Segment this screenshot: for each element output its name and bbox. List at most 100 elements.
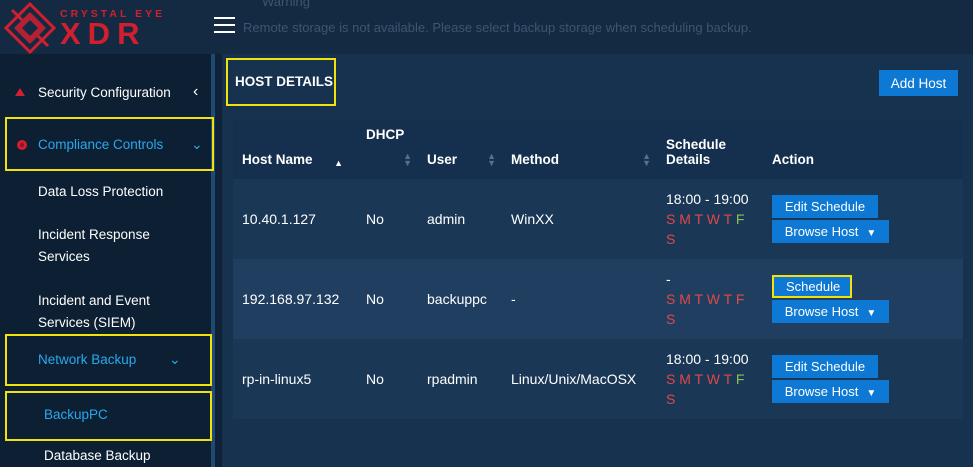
sidebar: Security Configuration ‹ Compliance Cont… [0,54,215,467]
column-header-host-name[interactable]: Host Name ▲ [233,119,357,179]
logo-main-text: XDR [60,16,147,51]
day-indicator: T [723,211,732,227]
day-indicator: S [666,391,676,407]
top-bar: CRYSTAL EYE XDR Warning Remote storage i… [0,0,973,54]
browse-host-dropdown[interactable]: Browse Host ▼ [772,300,889,323]
sidebar-item-data-loss-protection[interactable]: Data Loss Protection [38,181,163,203]
day-indicator: W [706,371,720,387]
table-row: 10.40.1.127 No admin WinXX 18:00 - 19:00… [233,179,963,259]
cell-host-name: rp-in-linux5 [242,371,312,387]
column-header-schedule-details: Schedule Details [657,119,763,179]
warning-title: Warning [262,0,310,9]
cell-action: Schedule Browse Host ▼ [763,259,963,339]
menu-toggle-icon[interactable] [214,17,235,35]
day-indicator: F [735,371,745,387]
caret-down-icon: ▼ [866,228,877,239]
day-indicator: S [666,211,676,227]
cell-dhcp: No [366,211,384,227]
browse-host-dropdown[interactable]: Browse Host ▼ [772,380,889,403]
warning-message: Remote storage is not available. Please … [243,20,752,35]
table-row: rp-in-linux5 No rpadmin Linux/Unix/MacOS… [233,339,963,419]
schedule-time: 18:00 - 19:00 [666,191,749,207]
edit-schedule-button[interactable]: Edit Schedule [772,195,878,218]
crystal-eye-logo[interactable]: CRYSTAL EYE XDR [4,2,194,54]
sidebar-item-compliance-controls[interactable]: Compliance Controls ⌄ [5,117,214,171]
cell-schedule-details: 18:00 - 19:00 S M T W T F S [657,179,763,259]
sidebar-item-security-configuration[interactable]: Security Configuration ‹ [0,82,215,104]
day-indicator: F [735,291,745,307]
circle-icon [16,139,28,154]
cell-host-name: 10.40.1.127 [242,211,316,227]
sidebar-item-label: Compliance Controls [38,137,164,152]
cell-user: backuppc [427,291,487,307]
sort-icon: ▲ ▼ [403,151,412,168]
cell-schedule-details: - S M T W T F S [657,259,763,339]
cell-user: admin [427,211,466,227]
column-header-label: Action [772,152,814,167]
day-indicator: S [666,371,676,387]
day-indicator: W [706,211,720,227]
sidebar-item-label: Network Backup [38,352,137,367]
column-header-label: Schedule [666,137,727,152]
column-header-dhcp[interactable]: DHCP ▲ ▼ [357,119,418,179]
cell-method: WinXX [511,211,554,227]
sidebar-item-incident-response[interactable]: Incident Response Services [38,224,188,268]
add-host-button[interactable]: Add Host [879,70,958,96]
schedule-days: S M T W T F S [666,209,763,249]
column-header-label: Details [666,152,711,167]
day-indicator: S [666,231,676,247]
cell-method: Linux/Unix/MacOSX [511,371,637,387]
schedule-time: - [666,271,671,287]
schedule-days: S M T W T F S [666,289,763,329]
page-title: HOST DETAILS [226,58,336,106]
chevron-down-icon: ⌄ [169,351,181,367]
column-header-label: Host Name [242,152,313,167]
cell-method: - [511,291,516,307]
host-table: Host Name ▲ DHCP ▲ ▼ User ▲ ▼ Method ▲ ▼ Sc… [233,119,963,419]
schedule-button[interactable]: Schedule [772,275,852,298]
column-header-action: Action [763,119,963,179]
day-indicator: M [679,211,691,227]
column-header-user[interactable]: User ▲ ▼ [418,119,502,179]
table-row: 192.168.97.132 No backuppc - - S M T W T… [233,259,963,339]
schedule-time: 18:00 - 19:00 [666,351,749,367]
logo-diamond-icon [4,2,56,54]
day-indicator: S [666,311,676,327]
sidebar-item-incident-event-siem[interactable]: Incident and Event Services (SIEM) [38,290,178,334]
cell-schedule-details: 18:00 - 19:00 S M T W T F S [657,339,763,419]
day-indicator: M [679,371,691,387]
chevron-left-icon: ‹ [193,83,199,100]
sort-icon: ▲ ▼ [487,151,496,168]
day-indicator: T [694,371,703,387]
sidebar-item-database-backup[interactable]: Database Backup [44,445,151,467]
day-indicator: S [666,291,676,307]
day-indicator: T [694,291,703,307]
caret-down-icon: ▼ [866,388,877,399]
sidebar-item-network-backup[interactable]: Network Backup ⌄ [5,334,212,386]
sort-ascending-icon: ▲ [334,158,343,168]
browse-host-label: Browse Host [784,224,859,239]
main-panel: HOST DETAILS Add Host Host Name ▲ DHCP ▲… [222,54,973,467]
cell-dhcp: No [366,291,384,307]
day-indicator: F [735,211,745,227]
edit-schedule-button[interactable]: Edit Schedule [772,355,878,378]
column-header-label: User [427,152,458,167]
cell-action: Edit Schedule Browse Host ▼ [763,179,963,259]
schedule-days: S M T W T F S [666,369,763,409]
browse-host-label: Browse Host [784,384,859,399]
column-header-method[interactable]: Method ▲ ▼ [502,119,657,179]
column-header-label: DHCP [366,127,405,142]
sidebar-item-label: Security Configuration [38,85,171,100]
browse-host-label: Browse Host [784,304,859,319]
table-header-row: Host Name ▲ DHCP ▲ ▼ User ▲ ▼ Method ▲ ▼ Sc… [233,119,963,179]
triangle-up-icon [14,85,26,100]
browse-host-dropdown[interactable]: Browse Host ▼ [772,220,889,243]
caret-down-icon: ▼ [866,308,877,319]
day-indicator: T [694,211,703,227]
sidebar-item-label: BackupPC [44,407,108,422]
cell-action: Edit Schedule Browse Host ▼ [763,339,963,419]
cell-dhcp: No [366,371,384,387]
column-header-label: Method [511,152,559,167]
sidebar-item-backuppc[interactable]: BackupPC [5,391,212,441]
day-indicator: T [723,371,732,387]
